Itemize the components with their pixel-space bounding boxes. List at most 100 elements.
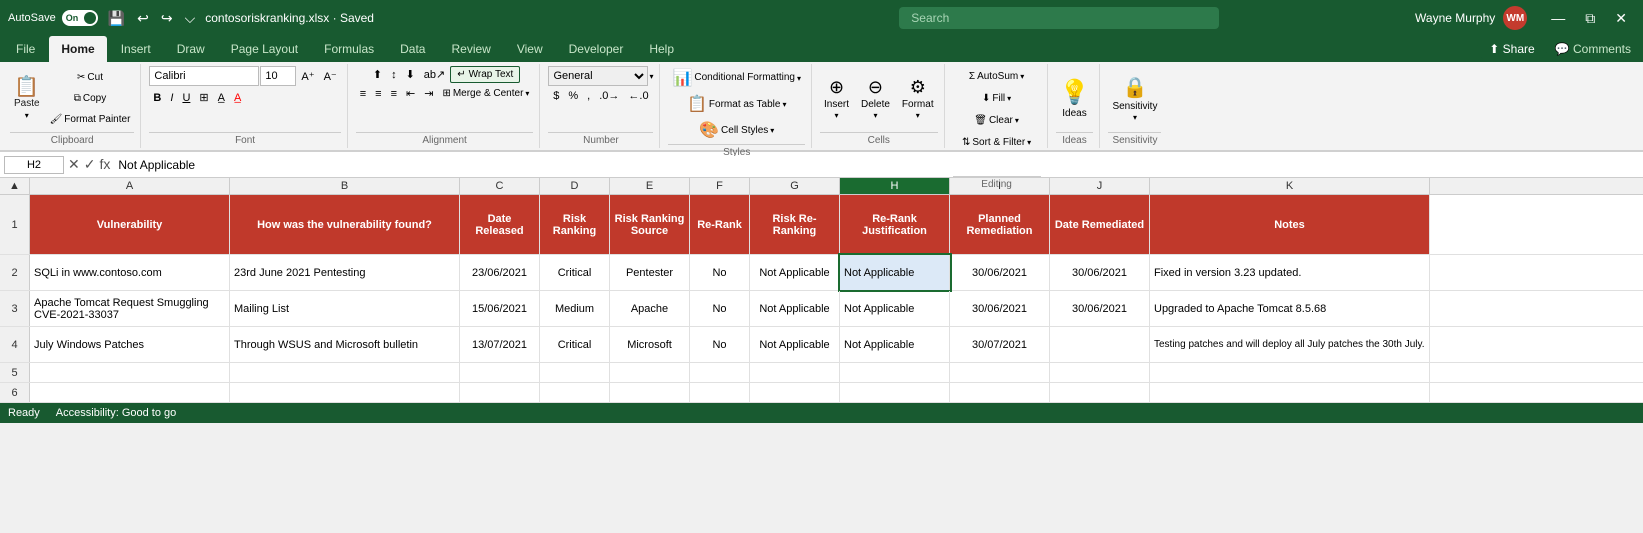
cell-k5[interactable] xyxy=(1150,363,1430,382)
align-left-button[interactable]: ≡ xyxy=(356,86,370,102)
cell-f3[interactable]: No xyxy=(690,291,750,326)
col-header-f[interactable]: F xyxy=(690,178,750,194)
italic-button[interactable]: I xyxy=(166,90,177,106)
cell-c5[interactable] xyxy=(460,363,540,382)
cell-styles-button[interactable]: 🎨 Cell Styles ▾ xyxy=(695,118,778,142)
cell-j6[interactable] xyxy=(1050,383,1150,402)
font-family-input[interactable] xyxy=(149,66,259,86)
format-painter-button[interactable]: 🖌 Format Painter xyxy=(46,109,135,129)
cell-e3[interactable]: Apache xyxy=(610,291,690,326)
number-format-select[interactable]: General xyxy=(548,66,648,86)
insert-button[interactable]: ⊕ Insert ▾ xyxy=(820,75,853,122)
autosum-button[interactable]: Σ AutoSum ▾ xyxy=(965,66,1028,86)
cell-d6[interactable] xyxy=(540,383,610,402)
fill-color-button[interactable]: A̲ xyxy=(214,90,229,106)
col-header-a[interactable]: A xyxy=(30,178,230,194)
col-header-k[interactable]: K xyxy=(1150,178,1430,194)
tab-help[interactable]: Help xyxy=(637,36,686,62)
cell-h6[interactable] xyxy=(840,383,950,402)
cell-b1[interactable]: How was the vulnerability found? xyxy=(230,195,460,254)
minimize-button[interactable]: — xyxy=(1543,8,1573,29)
cell-j3[interactable]: 30/06/2021 xyxy=(1050,291,1150,326)
cell-k4[interactable]: Testing patches and will deploy all July… xyxy=(1150,327,1430,362)
col-header-d[interactable]: D xyxy=(540,178,610,194)
cell-a2[interactable]: SQLi in www.contoso.com xyxy=(30,255,230,290)
format-button[interactable]: ⚙ Format ▾ xyxy=(898,75,938,122)
paste-button[interactable]: 📋 Paste ▾ xyxy=(10,68,44,128)
cell-g3[interactable]: Not Applicable xyxy=(750,291,840,326)
increase-decimal-button[interactable]: .0→ xyxy=(595,88,623,104)
cell-j5[interactable] xyxy=(1050,363,1150,382)
cell-b4[interactable]: Through WSUS and Microsoft bulletin xyxy=(230,327,460,362)
cut-button[interactable]: ✂ Cut xyxy=(46,67,135,87)
cell-k1[interactable]: Notes xyxy=(1150,195,1430,254)
cell-h3[interactable]: Not Applicable xyxy=(840,291,950,326)
comments-button[interactable]: 💬 Comments xyxy=(1555,42,1631,56)
decrease-font-button[interactable]: A⁻ xyxy=(320,68,341,85)
fill-button[interactable]: ⬇ Fill ▾ xyxy=(978,88,1015,108)
close-button[interactable]: ✕ xyxy=(1607,8,1635,29)
col-header-e[interactable]: E xyxy=(610,178,690,194)
col-header-g[interactable]: G xyxy=(750,178,840,194)
font-color-button[interactable]: A̲ xyxy=(230,90,245,106)
col-header-j[interactable]: J xyxy=(1050,178,1150,194)
undo-icon[interactable]: ↩ xyxy=(133,8,153,29)
share-button[interactable]: ⬆ Share xyxy=(1477,38,1546,60)
cell-i2[interactable]: 30/06/2021 xyxy=(950,255,1050,290)
copy-button[interactable]: ⧉ Copy xyxy=(46,88,135,108)
align-middle-button[interactable]: ↕ xyxy=(387,67,401,83)
wrap-text-button[interactable]: ↵ Wrap Text xyxy=(450,66,520,83)
user-avatar[interactable]: WM xyxy=(1503,6,1527,30)
cell-i1[interactable]: Planned Remediation xyxy=(950,195,1050,254)
cell-j1[interactable]: Date Remediated xyxy=(1050,195,1150,254)
cell-e2[interactable]: Pentester xyxy=(610,255,690,290)
cell-c4[interactable]: 13/07/2021 xyxy=(460,327,540,362)
ideas-button[interactable]: 💡 Ideas xyxy=(1056,68,1094,128)
customize-icon[interactable]: ⌵ xyxy=(181,8,200,29)
conditional-formatting-button[interactable]: 📊 Conditional Formatting ▾ xyxy=(668,66,805,90)
cell-g2[interactable]: Not Applicable xyxy=(750,255,840,290)
cell-a1[interactable]: Vulnerability xyxy=(30,195,230,254)
cell-b5[interactable] xyxy=(230,363,460,382)
cell-i6[interactable] xyxy=(950,383,1050,402)
cell-e6[interactable] xyxy=(610,383,690,402)
tab-file[interactable]: File xyxy=(4,36,47,62)
cell-a6[interactable] xyxy=(30,383,230,402)
align-top-button[interactable]: ⬆ xyxy=(369,66,386,83)
autosave-toggle[interactable]: On xyxy=(62,10,98,26)
cell-k3[interactable]: Upgraded to Apache Tomcat 8.5.68 xyxy=(1150,291,1430,326)
bold-button[interactable]: B xyxy=(149,90,165,106)
confirm-formula-icon[interactable]: ✓ xyxy=(84,156,96,173)
cell-j4[interactable] xyxy=(1050,327,1150,362)
cell-f1[interactable]: Re-Rank xyxy=(690,195,750,254)
cell-i3[interactable]: 30/06/2021 xyxy=(950,291,1050,326)
cell-d5[interactable] xyxy=(540,363,610,382)
cell-k2[interactable]: Fixed in version 3.23 updated. xyxy=(1150,255,1430,290)
sensitivity-button[interactable]: 🔒 Sensitivity ▾ xyxy=(1108,68,1161,128)
format-as-table-button[interactable]: 📋 Format as Table ▾ xyxy=(683,92,790,116)
cell-d2[interactable]: Critical xyxy=(540,255,610,290)
col-header-i[interactable]: I xyxy=(950,178,1050,194)
cell-g5[interactable] xyxy=(750,363,840,382)
cell-i5[interactable] xyxy=(950,363,1050,382)
delete-button[interactable]: ⊖ Delete ▾ xyxy=(857,75,894,122)
cell-f2[interactable]: No xyxy=(690,255,750,290)
col-header-c[interactable]: C xyxy=(460,178,540,194)
tab-insert[interactable]: Insert xyxy=(109,36,163,62)
sort-filter-button[interactable]: ⇅ Sort & Filter ▾ xyxy=(958,132,1035,152)
cell-d4[interactable]: Critical xyxy=(540,327,610,362)
cell-f4[interactable]: No xyxy=(690,327,750,362)
cell-j2[interactable]: 30/06/2021 xyxy=(1050,255,1150,290)
font-size-input[interactable] xyxy=(260,66,296,86)
col-header-b[interactable]: B xyxy=(230,178,460,194)
cell-g6[interactable] xyxy=(750,383,840,402)
cell-a3[interactable]: Apache Tomcat Request Smuggling CVE-2021… xyxy=(30,291,230,326)
cell-a4[interactable]: July Windows Patches xyxy=(30,327,230,362)
cell-d3[interactable]: Medium xyxy=(540,291,610,326)
search-input[interactable] xyxy=(899,7,1219,29)
percent-button[interactable]: % xyxy=(564,88,582,104)
tab-view[interactable]: View xyxy=(505,36,555,62)
increase-indent-button[interactable]: ⇥ xyxy=(420,85,437,102)
cell-i4[interactable]: 30/07/2021 xyxy=(950,327,1050,362)
tab-draw[interactable]: Draw xyxy=(165,36,217,62)
